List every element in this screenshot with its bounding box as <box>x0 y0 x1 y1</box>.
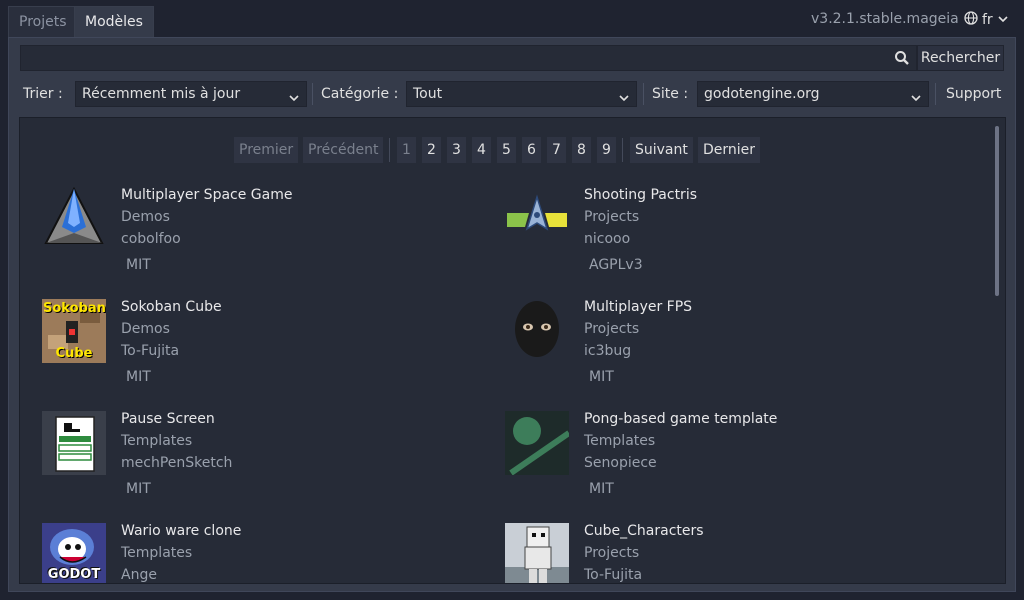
asset-item[interactable]: Shooting Pactris Projects nicooo AGPLv3 <box>505 187 925 287</box>
version-label: v3.2.1.stable.mageia <box>811 11 959 27</box>
asset-item[interactable]: Pong-based game template Templates Senop… <box>505 411 925 511</box>
page-button-6[interactable]: 6 <box>522 137 541 163</box>
thumbnail-caption: Cube <box>55 346 93 361</box>
page-button-2[interactable]: 2 <box>422 137 441 163</box>
asset-title[interactable]: Wario ware clone <box>121 523 241 539</box>
asset-thumbnail <box>505 187 569 251</box>
asset-category[interactable]: Demos <box>121 209 170 225</box>
asset-item[interactable]: Pause Screen Templates mechPenSketch MIT <box>42 411 462 511</box>
chevron-down-icon <box>288 88 300 112</box>
asset-category[interactable]: Demos <box>121 321 170 337</box>
tab-templates[interactable]: Modèles <box>74 6 154 38</box>
asset-license: MIT <box>589 369 614 385</box>
page-button-4[interactable]: 4 <box>472 137 491 163</box>
asset-item[interactable]: Cube_Characters Projects To-Fujita <box>505 523 925 583</box>
asset-license: MIT <box>589 481 614 497</box>
chevron-down-icon <box>997 12 1009 28</box>
next-page-button[interactable]: Suivant <box>630 137 693 163</box>
page-button-5[interactable]: 5 <box>497 137 516 163</box>
support-menu-button[interactable]: Support <box>946 86 1001 102</box>
asset-thumbnail <box>505 523 569 583</box>
asset-license: MIT <box>126 481 151 497</box>
category-value: Tout <box>413 86 443 102</box>
divider <box>622 138 623 162</box>
asset-license: MIT <box>126 369 151 385</box>
previous-page-button[interactable]: Précédent <box>303 137 384 163</box>
first-page-button[interactable]: Premier <box>234 137 299 163</box>
asset-category[interactable]: Projects <box>584 545 639 561</box>
site-value: godotengine.org <box>704 86 820 102</box>
asset-author[interactable]: Ange <box>121 567 157 583</box>
asset-thumbnail <box>505 411 569 475</box>
site-select[interactable]: godotengine.org <box>697 81 929 107</box>
search-button[interactable]: Rechercher <box>917 45 1004 71</box>
scrollbar[interactable] <box>995 126 999 296</box>
page-button-1[interactable]: 1 <box>397 137 416 163</box>
category-label: Catégorie : <box>321 86 399 102</box>
asset-category[interactable]: Templates <box>121 545 192 561</box>
asset-author[interactable]: cobolfoo <box>121 231 181 247</box>
asset-item[interactable]: GODOT Wario ware clone Templates Ange <box>42 523 462 583</box>
asset-item[interactable]: Multiplayer FPS Projects ic3bug MIT <box>505 299 925 399</box>
page-button-7[interactable]: 7 <box>547 137 566 163</box>
search-input[interactable] <box>20 45 917 71</box>
asset-author[interactable]: Senopiece <box>584 455 657 471</box>
language-label: fr <box>982 12 993 28</box>
chevron-down-icon <box>618 88 630 112</box>
page-button-3[interactable]: 3 <box>447 137 466 163</box>
chevron-down-icon <box>910 88 922 112</box>
asset-item[interactable]: Multiplayer Space Game Demos cobolfoo MI… <box>42 187 462 287</box>
language-selector[interactable]: fr <box>964 11 1009 29</box>
asset-license: AGPLv3 <box>589 257 643 273</box>
thumbnail-caption: GODOT <box>47 567 101 582</box>
asset-license: MIT <box>126 257 151 273</box>
sort-value: Récemment mis à jour <box>82 86 241 102</box>
divider <box>643 83 644 105</box>
asset-title[interactable]: Multiplayer FPS <box>584 299 692 315</box>
asset-title[interactable]: Sokoban Cube <box>121 299 222 315</box>
asset-item[interactable]: Sokoban Cube Sokoban Cube Demos To-Fujit… <box>42 299 462 399</box>
asset-category[interactable]: Templates <box>121 433 192 449</box>
asset-category[interactable]: Projects <box>584 209 639 225</box>
last-page-button[interactable]: Dernier <box>698 137 761 163</box>
top-bar: Projets Modèles v3.2.1.stable.mageia fr <box>0 0 1024 38</box>
asset-author[interactable]: To-Fujita <box>121 343 179 359</box>
asset-title[interactable]: Pause Screen <box>121 411 215 427</box>
asset-library-panel: Rechercher Trier : Récemment mis à jour … <box>8 37 1016 592</box>
asset-thumbnail <box>42 411 106 475</box>
asset-thumbnail: GODOT <box>42 523 106 583</box>
asset-thumbnail: Sokoban Cube <box>42 299 106 363</box>
divider <box>312 83 313 105</box>
asset-author[interactable]: nicooo <box>584 231 630 247</box>
sort-label: Trier : <box>23 86 63 102</box>
page-button-9[interactable]: 9 <box>597 137 616 163</box>
thumbnail-caption: Sokoban <box>43 301 106 316</box>
divider <box>389 138 390 162</box>
asset-thumbnail <box>505 299 569 363</box>
sort-select[interactable]: Récemment mis à jour <box>75 81 307 107</box>
asset-title[interactable]: Multiplayer Space Game <box>121 187 292 203</box>
asset-category[interactable]: Projects <box>584 321 639 337</box>
asset-title[interactable]: Cube_Characters <box>584 523 704 539</box>
page-button-8[interactable]: 8 <box>572 137 591 163</box>
asset-title[interactable]: Shooting Pactris <box>584 187 697 203</box>
divider <box>935 83 936 105</box>
asset-thumbnail <box>42 187 106 251</box>
asset-category[interactable]: Templates <box>584 433 655 449</box>
globe-icon <box>964 11 978 29</box>
tab-projects[interactable]: Projets <box>8 6 78 38</box>
asset-author[interactable]: To-Fujita <box>584 567 642 583</box>
search-icon <box>894 50 910 70</box>
asset-title[interactable]: Pong-based game template <box>584 411 777 427</box>
site-label: Site : <box>652 86 689 102</box>
results-list[interactable]: Premier Précédent 1 2 3 4 5 6 7 8 9 Suiv… <box>19 117 1006 584</box>
category-select[interactable]: Tout <box>406 81 637 107</box>
asset-author[interactable]: ic3bug <box>584 343 631 359</box>
asset-author[interactable]: mechPenSketch <box>121 455 232 471</box>
